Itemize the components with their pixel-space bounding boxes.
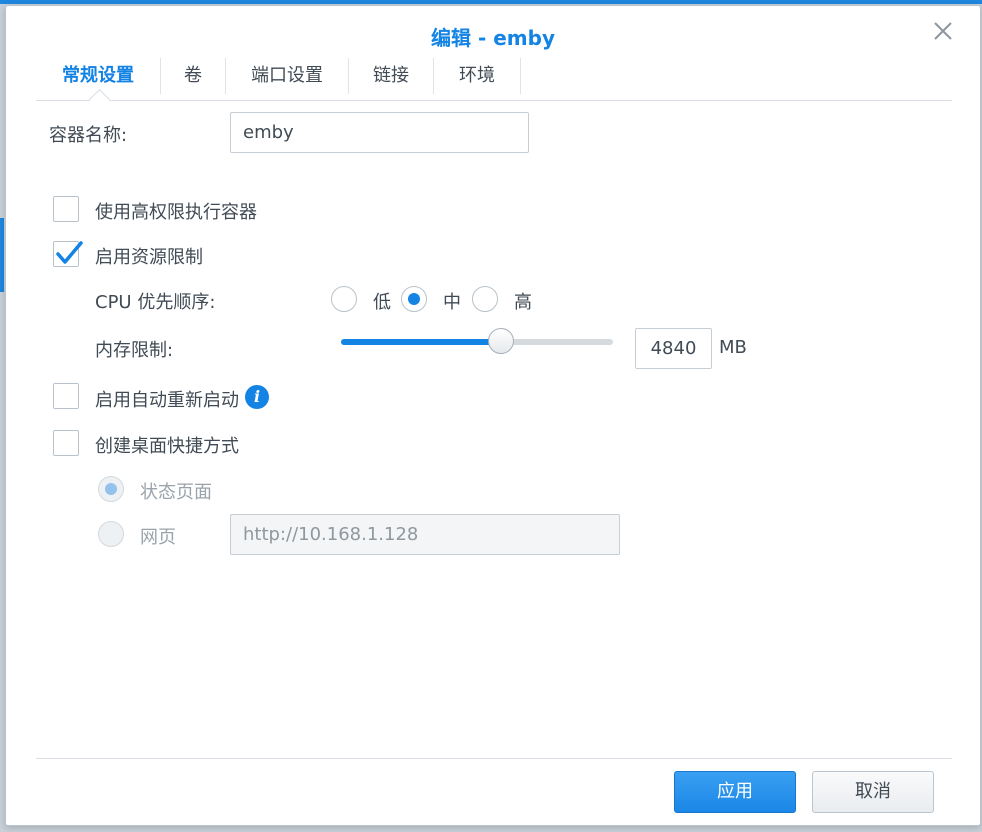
cpu-priority-label: CPU 优先顺序: <box>95 292 216 313</box>
auto-restart-label: 启用自动重新启动 <box>95 390 239 411</box>
background-sidebar-highlight <box>0 218 4 292</box>
memory-slider-handle[interactable] <box>488 328 515 354</box>
edit-container-dialog: 编辑 - emby 常规设置 卷 端口设置 链接 环境 容器名称: 使用高权限执… <box>5 5 981 826</box>
cpu-priority-medium-radio[interactable] <box>401 286 427 312</box>
webpage-url-input[interactable] <box>230 514 620 555</box>
memory-slider-track[interactable] <box>341 328 613 354</box>
cpu-priority-low-label: 低 <box>373 292 391 313</box>
webpage-radio[interactable] <box>98 521 124 547</box>
cancel-button[interactable]: 取消 <box>812 771 934 813</box>
tab-environment[interactable]: 环境 <box>434 56 520 96</box>
container-name-input[interactable] <box>230 112 529 153</box>
privileged-checkbox[interactable] <box>53 196 79 222</box>
close-button[interactable] <box>930 18 956 44</box>
desktop-shortcut-label: 创建桌面快捷方式 <box>95 436 239 457</box>
status-page-radio[interactable] <box>98 476 124 502</box>
cpu-priority-high-radio[interactable] <box>472 286 498 312</box>
memory-limit-label: 内存限制: <box>95 340 174 361</box>
tab-volume[interactable]: 卷 <box>161 56 225 96</box>
memory-unit-label: MB <box>719 337 747 358</box>
close-icon <box>934 22 952 40</box>
status-page-label: 状态页面 <box>140 482 212 503</box>
apply-button[interactable]: 应用 <box>674 771 796 813</box>
desktop-shortcut-checkbox[interactable] <box>53 430 79 456</box>
cpu-priority-high-label: 高 <box>514 292 532 313</box>
tab-divider <box>520 58 521 94</box>
info-icon[interactable]: i <box>245 385 269 409</box>
dialog-title: 编辑 - emby <box>431 26 555 50</box>
webpage-label: 网页 <box>140 527 176 548</box>
checkmark-icon <box>56 241 83 264</box>
memory-slider-fill <box>341 339 502 345</box>
privileged-label: 使用高权限执行容器 <box>95 202 257 223</box>
memory-limit-input[interactable] <box>635 328 712 369</box>
footer-divider <box>36 758 952 759</box>
container-name-label: 容器名称: <box>49 125 128 146</box>
cpu-priority-medium-label: 中 <box>443 292 461 313</box>
background-accent-bar <box>0 0 982 4</box>
tab-port-settings[interactable]: 端口设置 <box>226 56 348 96</box>
cpu-priority-low-radio[interactable] <box>331 286 357 312</box>
tab-bar: 常规设置 卷 端口设置 链接 环境 <box>36 56 952 111</box>
resource-limit-checkbox[interactable] <box>53 241 83 267</box>
tab-links[interactable]: 链接 <box>349 56 433 96</box>
resource-limit-label: 启用资源限制 <box>95 247 203 268</box>
auto-restart-checkbox[interactable] <box>53 383 79 409</box>
